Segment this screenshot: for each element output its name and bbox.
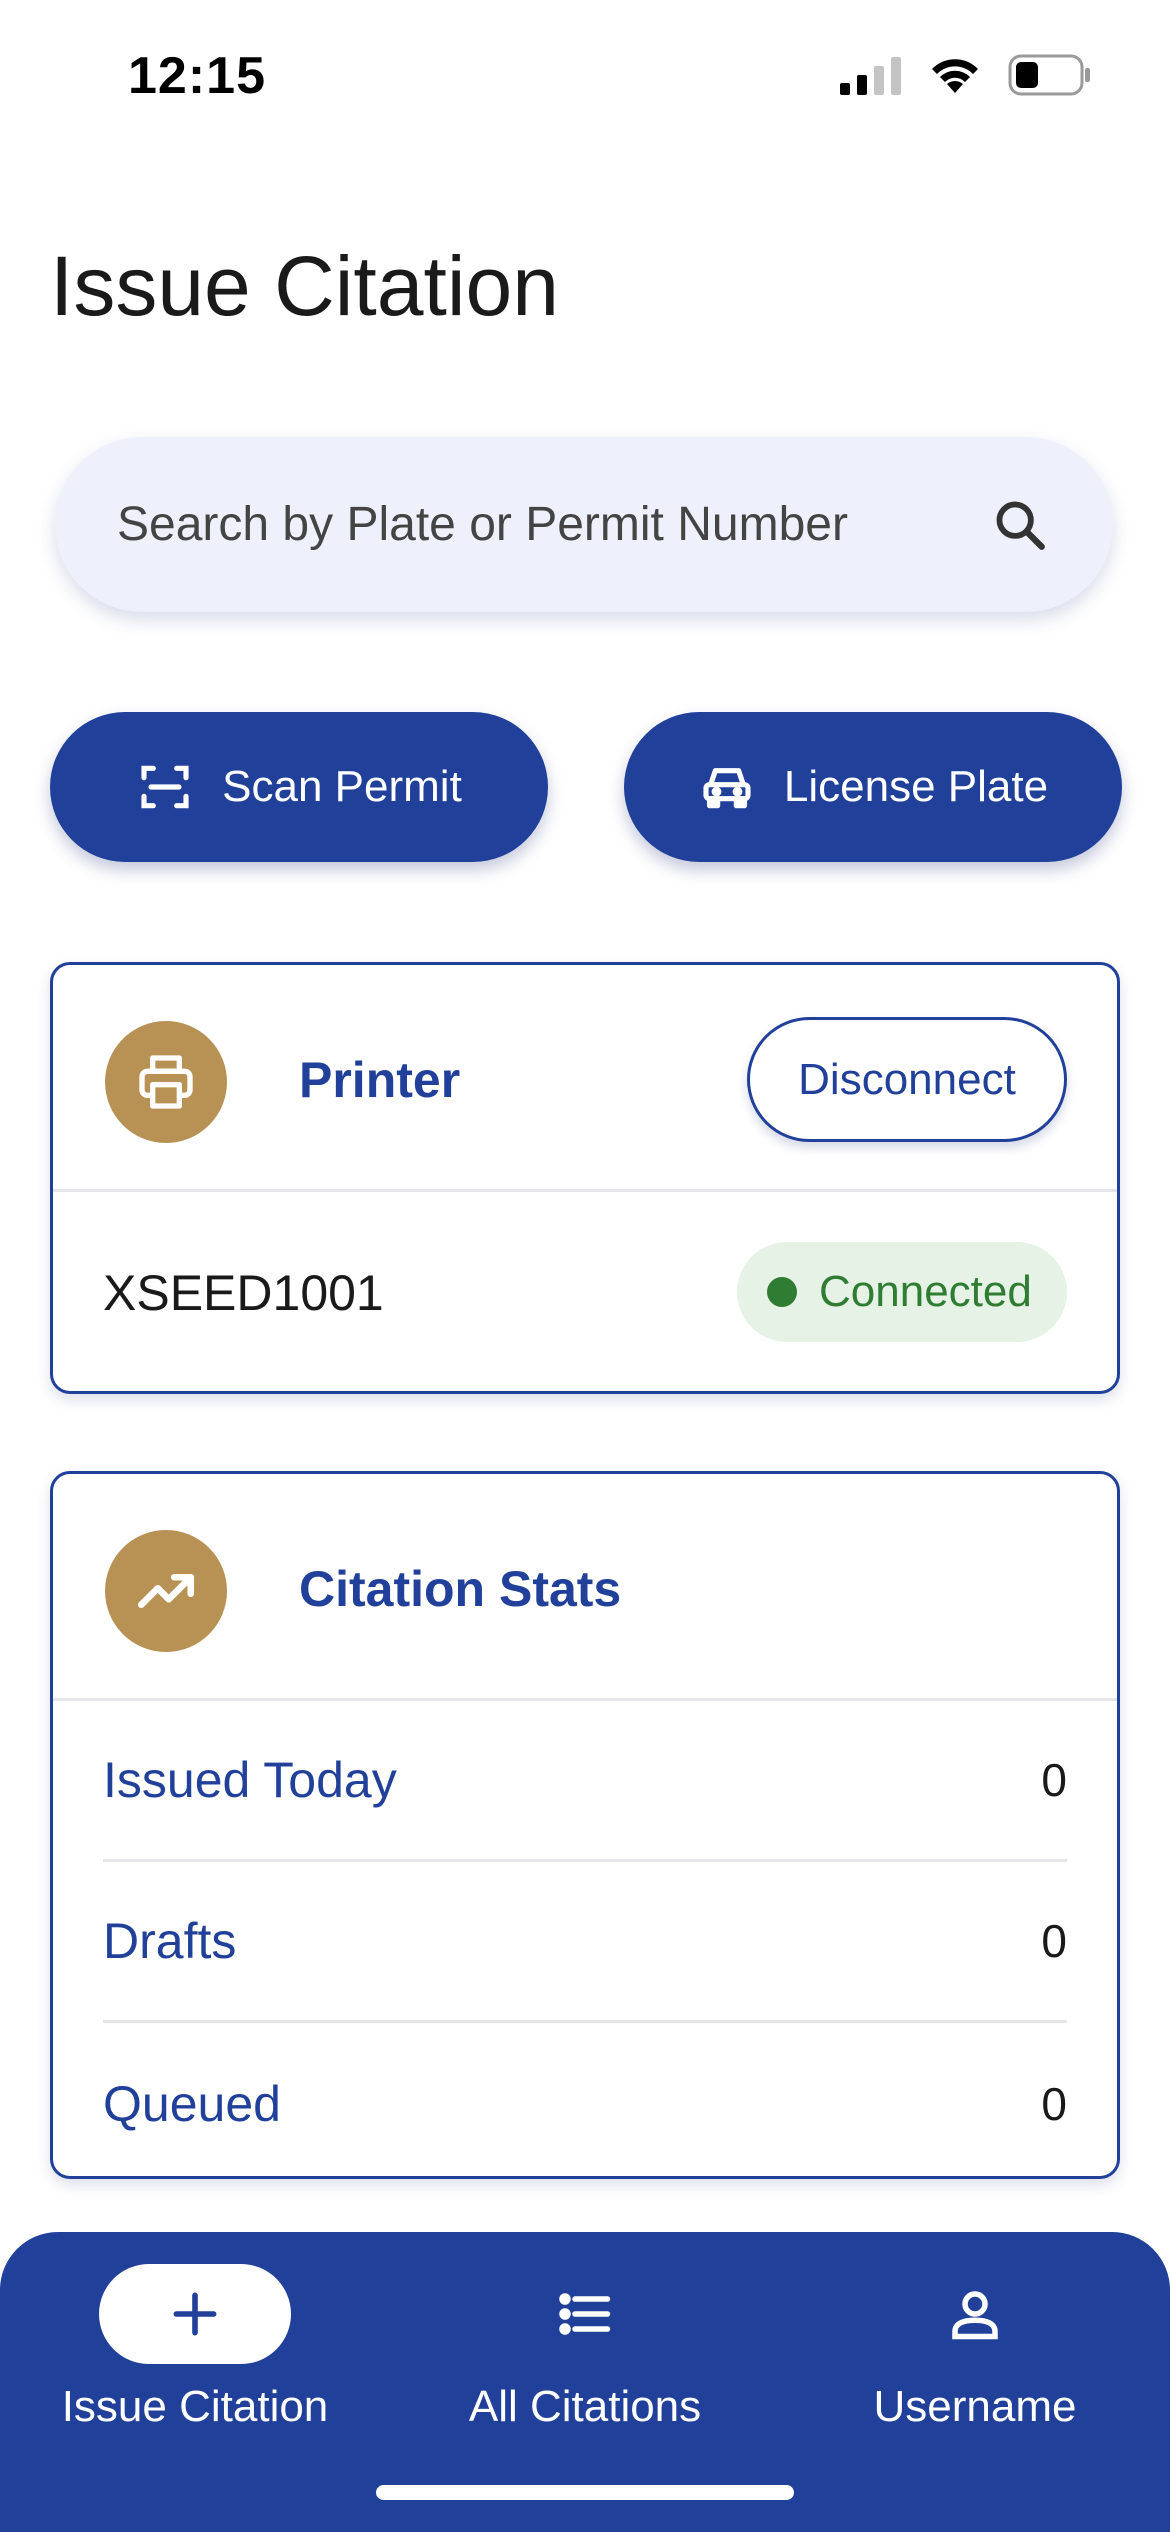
printer-icon [105,1021,227,1143]
trending-up-icon [105,1530,227,1652]
stat-value: 0 [1041,2077,1067,2130]
page-title: Issue Citation [50,239,559,333]
nav-label: Username [873,2382,1077,2431]
stat-label: Drafts [103,1913,237,1969]
scan-permit-label: Scan Permit [222,762,462,811]
search-bar[interactable] [55,437,1113,612]
status-time: 12:15 [128,47,266,105]
nav-tab-issue-citation[interactable]: Issue Citation [0,2264,390,2484]
cellular-signal-icon [840,57,901,95]
scan-permit-button[interactable]: Scan Permit [50,712,548,862]
stat-label: Queued [103,2075,281,2132]
license-plate-label: License Plate [783,762,1049,811]
status-bar: 12:15 [0,0,1170,150]
nav-label: All Citations [468,2382,702,2431]
user-icon [879,2264,1071,2364]
status-icons [840,54,1092,96]
plus-icon [99,2264,291,2364]
wifi-icon [932,59,978,93]
printer-device-name: XSEED1001 [103,1265,384,1321]
issue-citation-screen: 12:15 Issue Citation Search by Plate or … [0,0,1170,2532]
citation-stats-card: Citation Stats Issued Today 0 Drafts 0 Q… [50,1471,1120,2179]
nav-tab-all-citations[interactable]: All Citations [390,2264,780,2484]
printer-status-row: XSEED1001 Connected [53,1192,1117,1392]
printer-card-header: Printer Disconnect [53,965,1117,1192]
connection-status-badge: Connected [737,1242,1067,1342]
scan-icon [136,758,194,816]
car-icon [698,758,756,816]
printer-card-title: Printer [299,1052,461,1108]
stats-list: Issued Today 0 Drafts 0 Queued 0 [53,1701,1117,2184]
stat-row-issued-today: Issued Today 0 [103,1701,1067,1862]
disconnect-button[interactable]: Disconnect [747,1017,1067,1142]
license-plate-button[interactable]: License Plate [624,712,1122,862]
stats-card-title: Citation Stats [299,1561,622,1617]
battery-icon [1008,54,1090,96]
list-icon [489,2264,681,2364]
search-input[interactable] [117,497,989,552]
nav-label: Issue Citation [61,2382,329,2431]
printer-card: Printer Disconnect XSEED1001 Connected [50,962,1120,1394]
nav-tab-username[interactable]: Username [780,2264,1170,2484]
stat-row-queued[interactable]: Queued 0 [103,2023,1067,2184]
stat-value: 0 [1041,1915,1067,1967]
stat-row-drafts[interactable]: Drafts 0 [103,1862,1067,2023]
stat-label: Issued Today [103,1752,397,1808]
connection-status-text: Connected [819,1267,1032,1316]
search-icon[interactable] [989,494,1051,556]
stat-value: 0 [1041,1754,1067,1806]
status-dot-icon [767,1277,797,1307]
stats-card-header: Citation Stats [53,1474,1117,1701]
home-indicator[interactable] [376,2485,794,2500]
